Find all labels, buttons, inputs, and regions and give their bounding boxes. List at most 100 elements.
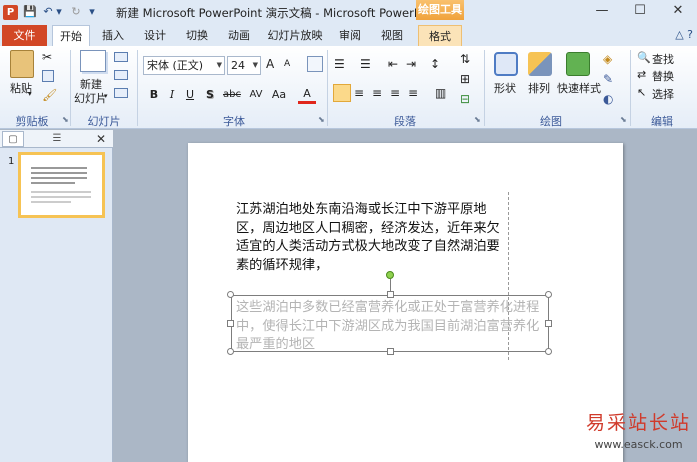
powerpoint-app-icon[interactable]: P [3,5,18,20]
columns-icon[interactable]: ▥ [435,86,446,100]
font-group-label: 字体 [223,115,245,128]
paste-icon[interactable] [10,50,34,78]
find-button[interactable]: 查找 [652,51,674,67]
select-icon[interactable]: ↖ [637,86,646,99]
format-painter-icon[interactable]: 🖌 [42,88,57,102]
minimize-button[interactable]: — [584,0,620,22]
resize-handle-bottom[interactable] [387,348,394,355]
new-slide-dropdown-icon[interactable]: ▾ [104,92,108,100]
align-left-icon[interactable] [333,84,351,102]
replace-button[interactable]: 替换 [652,68,674,84]
tab-file[interactable]: 文件 [2,25,47,46]
align-right-icon[interactable]: ≡ [372,86,382,100]
font-color-button[interactable]: A [298,86,316,104]
font-launcher-icon[interactable]: ⬊ [318,115,325,124]
resize-handle-top-right[interactable] [545,291,552,298]
rotation-handle[interactable] [386,271,394,279]
layout-icon[interactable] [114,52,128,62]
shape-effects-icon[interactable]: ◐ [603,92,613,106]
text-paragraph-2[interactable]: 这些湖泊中多数已经富营养化或正处于富营养化进程中，使得长江中下游湖区成为我国目前… [236,299,548,355]
clipboard-launcher-icon[interactable]: ⬊ [62,115,69,124]
shadow-button[interactable]: S [201,86,219,104]
close-panel-icon[interactable]: ✕ [90,131,112,147]
paste-dropdown-icon[interactable]: ▾ [28,90,32,98]
shapes-button[interactable]: 形状 [494,80,516,96]
watermark-url: www.easck.com [594,438,683,451]
shrink-font-button[interactable]: A [284,59,290,69]
change-case-button[interactable]: Aa [268,86,290,104]
shape-outline-icon[interactable]: ✎ [603,72,613,86]
smartart-icon[interactable]: ⊟ [460,92,470,106]
help-icon[interactable]: △ ? [675,28,693,41]
char-spacing-button[interactable]: AV [245,86,267,104]
ribbon-tab-row: 文件 开始 插入 设计 切换 动画 幻灯片放映 审阅 视图 格式 △ ? [0,25,697,46]
quick-styles-button[interactable]: 快速样式 [557,80,601,96]
replace-icon[interactable]: ⇄ [637,68,646,81]
bullets-icon[interactable]: ☰ [334,57,345,71]
watermark: 易采站长站 www.easck.com [580,408,697,462]
text-direction-icon[interactable]: ⇅ [460,52,470,66]
drawing-launcher-icon[interactable]: ⬊ [620,115,627,124]
tab-design[interactable]: 设计 [136,25,174,46]
reset-icon[interactable] [114,70,128,80]
customize-qat-icon[interactable]: ▾ [86,4,98,20]
text-paragraph-1[interactable]: 江苏湖泊地处东南沿海或长江中下游平原地区，周边地区人口稠密，经济发达，近年来欠适… [236,201,506,275]
section-icon[interactable] [114,88,128,98]
slide-thumbnail[interactable] [18,152,105,218]
underline-button[interactable]: U [181,86,199,104]
font-size-select[interactable]: 24 ▼ [227,56,261,75]
drawing-group-label: 绘图 [540,115,562,128]
numbering-icon[interactable]: ☰ [360,57,371,71]
shapes-icon[interactable] [494,52,518,76]
chevron-down-icon: ▼ [216,61,222,69]
find-icon[interactable]: 🔍 [637,51,651,64]
justify-icon[interactable]: ≡ [390,86,400,100]
font-name-value: 宋体 (正文) [147,59,204,72]
align-text-icon[interactable]: ⊞ [460,72,470,86]
grow-font-button[interactable]: A [266,57,274,71]
arrange-icon[interactable] [528,52,552,76]
tab-format[interactable]: 格式 [418,25,462,46]
tab-home[interactable]: 开始 [52,25,90,46]
clear-format-icon[interactable] [307,56,323,72]
italic-button[interactable]: I [163,86,181,104]
resize-handle-top-left[interactable] [227,291,234,298]
tab-review[interactable]: 审阅 [332,25,368,46]
resize-handle-bottom-right[interactable] [545,348,552,355]
shape-fill-icon[interactable]: ◈ [603,52,612,66]
decrease-indent-icon[interactable]: ⇤ [388,57,398,71]
arrange-button[interactable]: 排列 [528,80,550,96]
line-spacing-icon[interactable]: ↕ [430,57,440,71]
copy-icon[interactable] [42,70,54,82]
increase-indent-icon[interactable]: ⇥ [406,57,416,71]
resize-handle-right[interactable] [545,320,552,327]
tab-slides-thumbnails[interactable]: ▢ [2,131,24,147]
select-button[interactable]: 选择 [652,86,674,102]
resize-handle-bottom-left[interactable] [227,348,234,355]
maximize-button[interactable]: ☐ [622,0,658,22]
tab-transitions[interactable]: 切换 [178,25,216,46]
paragraph-launcher-icon[interactable]: ⬊ [474,115,481,124]
font-name-select[interactable]: 宋体 (正文) ▼ [143,56,225,75]
resize-handle-left[interactable] [227,320,234,327]
bold-button[interactable]: B [145,86,163,104]
new-slide-label-2[interactable]: 幻灯片 [74,90,107,106]
redo-icon[interactable]: ↻ [68,4,84,20]
slide-number: 1 [8,156,15,167]
watermark-title: 易采站长站 [585,412,691,434]
undo-dropdown-icon[interactable]: ▾ [54,4,64,20]
tab-insert[interactable]: 插入 [94,25,132,46]
distribute-icon[interactable]: ≡ [408,86,418,100]
close-button[interactable]: ✕ [660,0,696,22]
cut-icon[interactable]: ✂ [42,50,52,64]
quick-styles-icon[interactable] [566,52,590,76]
align-center-icon[interactable]: ≡ [354,86,364,100]
resize-handle-top[interactable] [387,291,394,298]
tab-animations[interactable]: 动画 [220,25,258,46]
strikethrough-button[interactable]: abc [220,86,244,104]
tab-outline[interactable]: ☰ [46,131,68,147]
tab-slideshow[interactable]: 幻灯片放映 [263,25,327,46]
save-icon[interactable]: 💾 [22,4,38,20]
new-slide-icon[interactable] [80,50,106,72]
tab-view[interactable]: 视图 [374,25,410,46]
